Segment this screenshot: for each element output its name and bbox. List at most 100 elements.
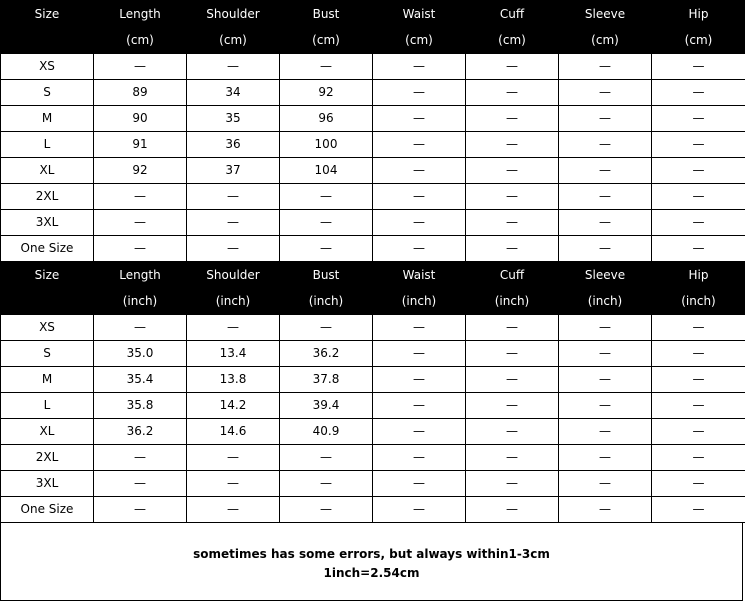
table-row: L 91 36 100— — — — <box>0 131 745 158</box>
size-cell: XS <box>0 314 94 341</box>
column-header-unit: (cm) <box>126 33 154 47</box>
value-cell: — <box>186 209 280 236</box>
value-cell: 34 <box>186 79 280 106</box>
column-header-unit: (cm) <box>684 33 713 47</box>
column-header: Bust (inch) <box>279 261 373 315</box>
table-row: S 89 34 92— — — — <box>0 79 745 106</box>
value-cell: 35 <box>186 105 280 132</box>
table-row: 2XL — — — — — — — <box>0 183 745 210</box>
value-cell: — <box>465 392 559 419</box>
column-header-label: Size <box>34 7 60 21</box>
value-cell: — <box>465 183 559 210</box>
value-cell: — <box>558 366 652 393</box>
column-header-label: Waist <box>402 268 436 282</box>
value-cell: — <box>651 79 745 106</box>
table-row: One Size — — — — — — — <box>0 496 745 523</box>
column-header-unit: (inch) <box>122 294 158 308</box>
column-header-label: Size <box>34 268 60 282</box>
value-cell: — <box>93 183 187 210</box>
value-cell: — <box>465 209 559 236</box>
table-row: M 90 35 96— — — — <box>0 105 745 132</box>
value-cell: 13.4 <box>186 340 280 367</box>
value-cell: — <box>651 131 745 158</box>
value-cell: 36.2 <box>93 418 187 445</box>
value-cell: — <box>279 235 373 262</box>
column-header-unit: (inch) <box>681 294 716 308</box>
column-header: Hip (cm) <box>651 0 745 54</box>
note-conversion: 1inch=2.54cm <box>323 565 420 580</box>
value-cell: 37.8 <box>279 366 373 393</box>
table-row: XL 36.2 14.6 40.9— — — — <box>0 418 745 445</box>
column-header-unit: (inch) <box>494 294 530 308</box>
column-header-label: Cuff <box>499 268 525 282</box>
value-cell: — <box>279 53 373 80</box>
value-cell: — <box>651 392 745 419</box>
value-cell: — <box>558 314 652 341</box>
size-cell: M <box>0 366 94 393</box>
value-cell: — <box>465 496 559 523</box>
size-cell: S <box>0 340 94 367</box>
value-cell: — <box>372 444 466 471</box>
table-row: 3XL — — — — — — — <box>0 209 745 236</box>
column-header: Waist (cm) <box>372 0 466 54</box>
value-cell: — <box>651 157 745 184</box>
value-cell: — <box>651 470 745 497</box>
value-cell: — <box>465 314 559 341</box>
value-cell: 90 <box>93 105 187 132</box>
column-header-unit: (inch) <box>308 294 344 308</box>
value-cell: 37 <box>186 157 280 184</box>
value-cell: — <box>465 470 559 497</box>
header-row-cm: Size Length (cm) Shoulder (cm) Bust (cm) Waist… <box>0 0 745 54</box>
value-cell: — <box>651 53 745 80</box>
value-cell: 96 <box>279 105 373 132</box>
size-cell: XL <box>0 418 94 445</box>
size-cell: One Size <box>0 235 94 262</box>
value-cell: — <box>372 105 466 132</box>
value-cell: — <box>372 53 466 80</box>
value-cell: — <box>372 496 466 523</box>
value-cell: — <box>651 235 745 262</box>
column-header-label: Length <box>119 268 161 282</box>
value-cell: 89 <box>93 79 187 106</box>
value-cell: — <box>372 314 466 341</box>
table-row: XS — — — — — — — <box>0 314 745 341</box>
value-cell: — <box>651 366 745 393</box>
table-row: 3XL — — — — — — — <box>0 470 745 497</box>
column-header: Cuff (cm) <box>465 0 559 54</box>
value-cell: — <box>372 366 466 393</box>
value-cell: — <box>186 235 280 262</box>
value-cell: — <box>372 418 466 445</box>
value-cell: — <box>558 444 652 471</box>
value-cell: — <box>372 209 466 236</box>
column-header-unit: (cm) <box>405 33 433 47</box>
value-cell: — <box>186 470 280 497</box>
column-header: Sleeve (inch) <box>558 261 652 315</box>
value-cell: — <box>465 157 559 184</box>
size-cell: S <box>0 79 94 106</box>
size-cell: 2XL <box>0 444 94 471</box>
column-header-unit: (cm) <box>591 33 619 47</box>
table-row: M 35.4 13.8 37.8— — — — <box>0 366 745 393</box>
table-row: One Size — — — — — — — <box>0 235 745 262</box>
column-header-label: Bust <box>312 268 340 282</box>
value-cell: — <box>558 105 652 132</box>
value-cell: — <box>558 157 652 184</box>
value-cell: — <box>558 183 652 210</box>
value-cell: — <box>558 131 652 158</box>
value-cell: 104 <box>279 157 373 184</box>
value-cell: 35.8 <box>93 392 187 419</box>
value-cell: — <box>372 79 466 106</box>
value-cell: — <box>186 183 280 210</box>
column-header: Shoulder (inch) <box>186 261 280 315</box>
value-cell: — <box>465 340 559 367</box>
value-cell: — <box>372 392 466 419</box>
size-cell: 3XL <box>0 209 94 236</box>
value-cell: — <box>279 470 373 497</box>
column-header-unit: (inch) <box>587 294 623 308</box>
column-header: Bust (cm) <box>279 0 373 54</box>
column-header: Shoulder (cm) <box>186 0 280 54</box>
value-cell: — <box>186 496 280 523</box>
value-cell: 35.4 <box>93 366 187 393</box>
value-cell: — <box>372 157 466 184</box>
value-cell: 39.4 <box>279 392 373 419</box>
